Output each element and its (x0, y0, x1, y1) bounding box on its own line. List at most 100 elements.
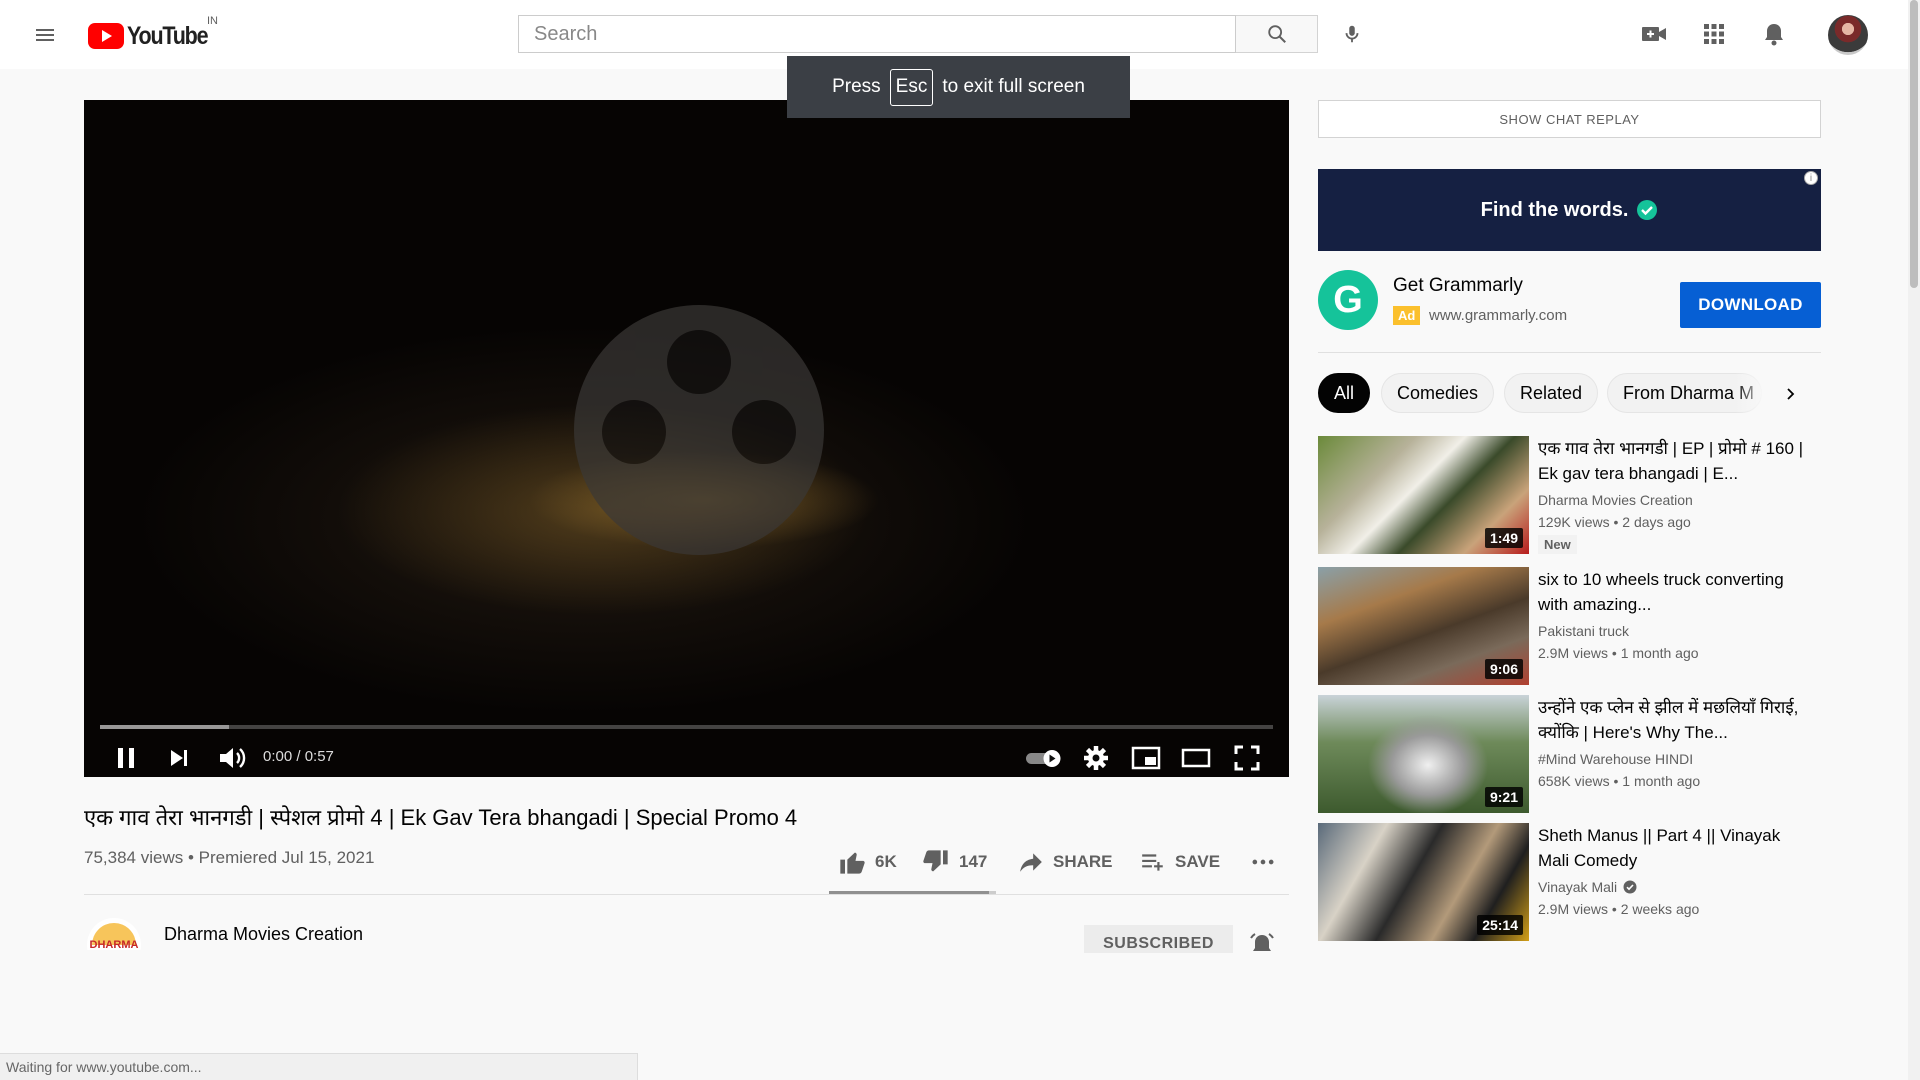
page-scrollbar[interactable] (1908, 0, 1920, 1080)
fullscreen-button[interactable] (1225, 738, 1269, 777)
video-player[interactable]: 0:00 / 0:57 (84, 100, 1289, 777)
add-to-playlist-icon (1142, 854, 1163, 871)
apps-button[interactable] (1694, 16, 1734, 52)
settings-button[interactable] (1076, 738, 1116, 777)
channel-avatar[interactable]: DHARMA (84, 915, 144, 950)
search-input[interactable]: Search (518, 15, 1236, 53)
like-button[interactable]: 6K (837, 846, 897, 878)
show-chat-replay-button[interactable]: SHOW CHAT REPLAY (1318, 100, 1821, 138)
chip-related[interactable]: Related (1504, 373, 1599, 413)
chevron-right-icon (1787, 388, 1795, 400)
save-button[interactable]: SAVE (1139, 846, 1220, 878)
menu-button[interactable] (27, 20, 63, 50)
search-icon (1267, 25, 1286, 43)
create-button[interactable] (1634, 16, 1674, 52)
apps-icon (1704, 24, 1724, 44)
video-meta: 2.9M views • 2 weeks ago (1538, 901, 1700, 917)
video-channel[interactable]: Dharma Movies Creation (1538, 492, 1693, 508)
volume-icon (220, 748, 246, 768)
video-duration: 25:14 (1477, 915, 1523, 935)
video-meta: 2.9M views • 1 month ago (1538, 645, 1699, 661)
pause-button[interactable] (106, 738, 146, 777)
like-count: 6K (875, 852, 897, 871)
video-channel-name: Vinayak Mali (1538, 879, 1618, 895)
video-thumbnail[interactable]: 9:06 (1318, 567, 1529, 685)
menu-icon (36, 29, 54, 41)
recommendation-item[interactable]: 9:06 six to 10 wheels truck converting w… (1318, 567, 1821, 685)
chip-comedies[interactable]: Comedies (1381, 373, 1495, 413)
video-channel[interactable]: Vinayak Mali (1538, 879, 1637, 895)
video-thumbnail[interactable]: 1:49 (1318, 436, 1529, 554)
progress-bar[interactable] (100, 725, 1273, 729)
thumbs-up-icon (840, 852, 865, 874)
share-label: SHARE (1053, 852, 1113, 871)
ad-download-button[interactable]: DOWNLOAD (1680, 282, 1821, 328)
video-meta: 658K views • 1 month ago (1538, 773, 1701, 789)
ad-banner[interactable]: Find the words. (1318, 169, 1821, 251)
video-title-link[interactable]: एक गाव तेरा भानगडी | EP | प्रोमो # 160 |… (1538, 436, 1808, 486)
share-button[interactable]: SHARE (1017, 846, 1113, 878)
film-reel-image (574, 305, 824, 555)
notifications-icon (1765, 24, 1783, 46)
theater-mode-icon (1181, 748, 1211, 768)
esc-key-label: Esc (889, 68, 934, 106)
gear-icon (1084, 746, 1108, 770)
search-button[interactable] (1236, 15, 1318, 53)
recommendation-item[interactable]: 1:49 एक गाव तेरा भानगडी | EP | प्रोमो # … (1318, 436, 1821, 554)
recommendation-item[interactable]: 25:14 Sheth Manus || Part 4 || Vinayak M… (1318, 823, 1821, 941)
autoplay-toggle-icon (1026, 750, 1061, 767)
channel-logo-text: DHARMA (90, 939, 139, 950)
grammarly-logo: G (1318, 270, 1378, 330)
recommendation-item[interactable]: 9:21 उन्होंने एक प्लेन से झील में मछलिया… (1318, 695, 1821, 813)
video-title-link[interactable]: Sheth Manus || Part 4 || Vinayak Mali Co… (1538, 823, 1808, 873)
miniplayer-button[interactable] (1124, 738, 1168, 777)
theater-mode-button[interactable] (1174, 738, 1218, 777)
mute-button[interactable] (211, 738, 255, 777)
new-badge: New (1538, 535, 1577, 554)
youtube-logo[interactable]: YouTube (88, 19, 220, 53)
ad-url: www.grammarly.com (1429, 307, 1568, 324)
exit-fullscreen-icon (1234, 745, 1260, 771)
verified-icon (1623, 880, 1637, 894)
dislike-count: 147 (959, 852, 988, 871)
section-divider (84, 894, 1289, 895)
create-video-icon (1642, 27, 1666, 41)
miniplayer-icon (1131, 746, 1161, 770)
ad-banner-text: Find the words. (1480, 198, 1629, 221)
pause-icon (118, 748, 134, 768)
video-channel-name: Pakistani truck (1538, 623, 1630, 639)
subscribed-button[interactable]: SUBSCRIBED (1084, 925, 1233, 953)
video-views-date: 75,384 views • Premiered Jul 15, 2021 (84, 848, 375, 867)
browser-status-bar: Waiting for www.youtube.com... (0, 1053, 638, 1080)
check-circle-icon (1637, 200, 1658, 220)
toast-prefix: Press (832, 76, 881, 97)
save-label: SAVE (1175, 852, 1221, 871)
dislike-button[interactable]: 147 (921, 846, 987, 878)
video-thumbnail[interactable]: 9:21 (1318, 695, 1529, 813)
chips-next-button[interactable] (1775, 378, 1807, 410)
notification-bell-button[interactable] (1247, 930, 1277, 952)
scrollbar-thumb[interactable] (1910, 0, 1918, 288)
video-channel-name: Dharma Movies Creation (1538, 492, 1693, 508)
video-title-link[interactable]: six to 10 wheels truck converting with a… (1538, 567, 1808, 617)
video-channel[interactable]: Pakistani truck (1538, 623, 1629, 639)
video-duration: 9:06 (1484, 659, 1523, 679)
video-title: एक गाव तेरा भानगडी | स्पेशल प्रोमो 4 | E… (84, 805, 798, 830)
thumbs-down-icon (923, 850, 948, 872)
video-channel-name: #Mind Warehouse HINDI (1538, 751, 1694, 767)
more-actions-button[interactable] (1249, 846, 1277, 878)
autoplay-toggle[interactable] (1022, 738, 1066, 777)
chip-all[interactable]: All (1318, 373, 1371, 413)
next-button[interactable] (159, 738, 199, 777)
video-channel[interactable]: #Mind Warehouse HINDI (1538, 751, 1693, 767)
notifications-button[interactable] (1754, 16, 1794, 52)
voice-search-button[interactable] (1332, 16, 1372, 52)
ad-info-icon[interactable]: i (1804, 171, 1818, 185)
channel-name[interactable]: Dharma Movies Creation (164, 924, 363, 945)
account-avatar[interactable] (1828, 15, 1868, 55)
youtube-play-icon (88, 23, 124, 49)
toast-suffix: to exit full screen (942, 76, 1085, 97)
video-thumbnail[interactable]: 25:14 (1318, 823, 1529, 941)
country-code: IN (207, 15, 218, 27)
video-title-link[interactable]: उन्होंने एक प्लेन से झील में मछलियाँ गिर… (1538, 695, 1808, 745)
